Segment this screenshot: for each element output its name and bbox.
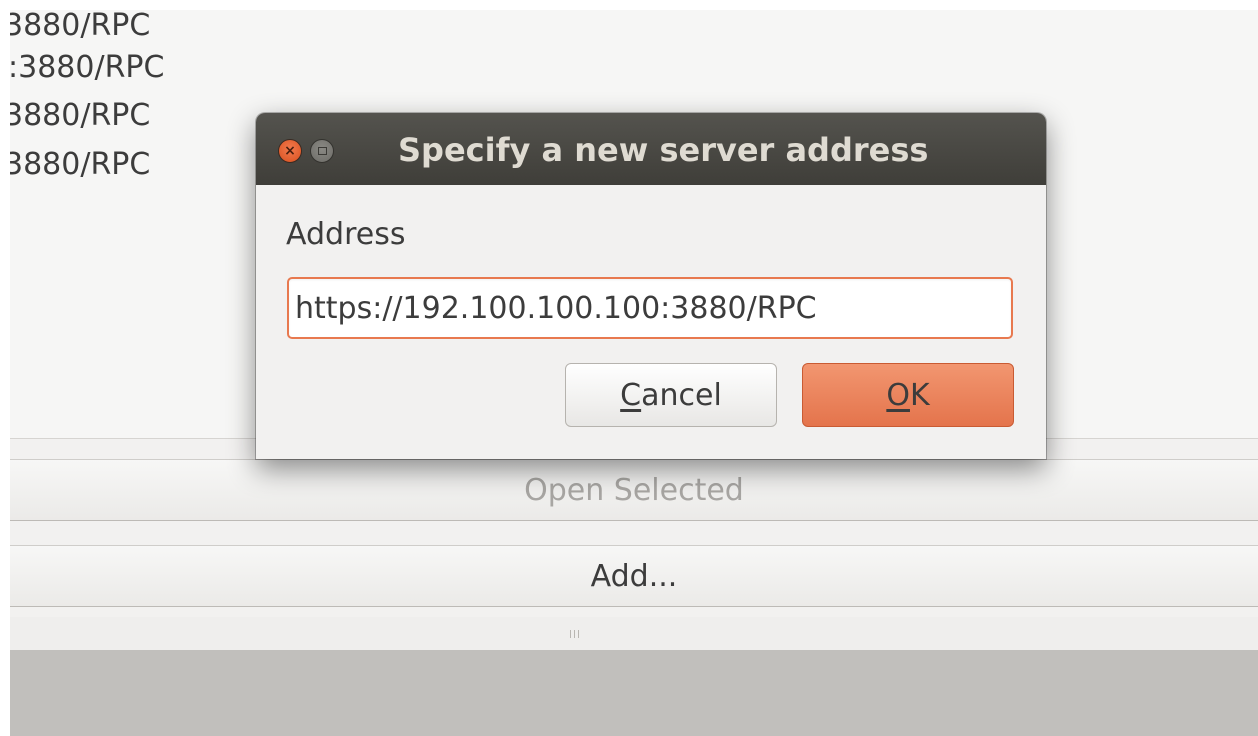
address-label: Address <box>286 217 406 252</box>
server-list-item[interactable]: :3880/RPC <box>10 48 164 88</box>
server-list-item-text: :3880/RPC <box>10 50 165 85</box>
ok-mnemonic: O <box>886 377 910 413</box>
server-list-item-text: 3880/RPC <box>10 147 151 182</box>
dialog-titlebar[interactable]: × Specify a new server address <box>256 113 1046 185</box>
dialog-title: Specify a new server address <box>398 131 929 169</box>
add-label: Add... <box>590 558 678 594</box>
server-list-item-text: 3880/RPC <box>10 98 151 133</box>
add-button[interactable]: Add... <box>10 545 1258 607</box>
status-area <box>10 650 1258 736</box>
close-icon[interactable]: × <box>278 139 302 163</box>
maximize-icon[interactable] <box>310 139 334 163</box>
server-list-item[interactable]: 3880/RPC <box>10 96 150 136</box>
server-list-item-text: 3880/RPC <box>10 10 151 43</box>
server-list-item[interactable]: 3880/RPC <box>10 145 150 185</box>
cancel-mnemonic: C <box>620 377 642 413</box>
server-list-item[interactable]: 3880/RPC <box>10 10 150 46</box>
address-input[interactable] <box>287 277 1013 339</box>
open-selected-label: Open Selected <box>524 472 744 508</box>
resize-grip-icon <box>569 630 579 638</box>
new-server-dialog: × Specify a new server address Address C… <box>256 113 1046 459</box>
cancel-label: ancel <box>641 377 722 413</box>
action-panel: Open Selected Add... <box>10 438 1258 651</box>
pane-resize-handle[interactable] <box>10 617 1258 651</box>
ok-label: K <box>909 377 930 413</box>
open-selected-button[interactable]: Open Selected <box>10 459 1258 521</box>
cancel-button[interactable]: Cancel <box>565 363 777 427</box>
ok-button[interactable]: OK <box>802 363 1014 427</box>
